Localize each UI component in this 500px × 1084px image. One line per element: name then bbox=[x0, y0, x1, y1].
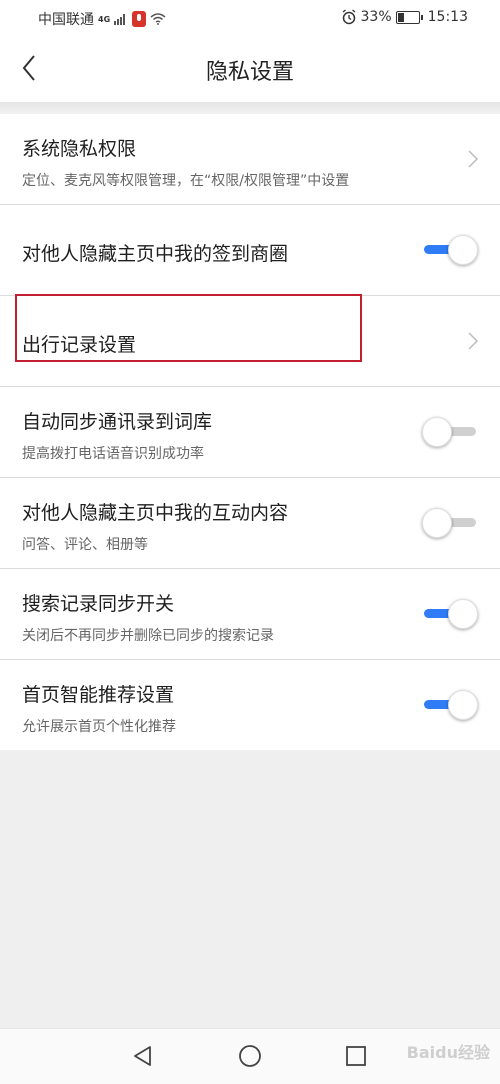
setting-subtitle: 关闭后不再同步并删除已同步的搜索记录 bbox=[22, 628, 274, 644]
chevron-right-icon bbox=[468, 332, 479, 350]
setting-title: 首页智能推荐设置 bbox=[22, 684, 175, 706]
signal-icon bbox=[114, 14, 126, 25]
status-bar: 中国联通 4G 33% 15:13 bbox=[0, 0, 500, 36]
system-nav-bar: Baidu经验 bbox=[0, 1028, 500, 1084]
alarm-icon bbox=[342, 9, 355, 25]
toggle-knob bbox=[422, 417, 452, 447]
setting-row-hide-interactions: 对他人隐藏主页中我的互动内容 问答、评论、相册等 bbox=[0, 478, 500, 569]
mic-icon bbox=[132, 11, 147, 27]
smart-recommend-toggle[interactable] bbox=[422, 690, 478, 720]
toggle-knob bbox=[448, 690, 478, 720]
setting-row-travel-records[interactable]: 出行记录设置 bbox=[0, 296, 500, 387]
setting-title: 搜索记录同步开关 bbox=[22, 593, 175, 615]
page-title: 隐私设置 bbox=[205, 60, 294, 85]
nav-bar: 隐私设置 bbox=[0, 36, 500, 102]
watermark: Baidu经验 bbox=[406, 1043, 490, 1062]
toggle-knob bbox=[448, 599, 478, 629]
wifi-icon bbox=[150, 13, 166, 25]
setting-subtitle: 允许展示首页个性化推荐 bbox=[22, 719, 176, 735]
battery-percent: 33% bbox=[360, 9, 392, 25]
setting-title: 对他人隐藏主页中我的互动内容 bbox=[22, 502, 289, 524]
setting-title: 自动同步通讯录到词库 bbox=[22, 411, 213, 433]
setting-row-sync-contacts: 自动同步通讯录到词库 提高拨打电话语音识别成功率 bbox=[0, 387, 500, 478]
clock: 15:13 bbox=[427, 9, 468, 25]
battery-icon bbox=[395, 10, 423, 24]
chevron-right-icon bbox=[468, 150, 479, 168]
setting-row-system-privacy[interactable]: 系统隐私权限 定位、麦克风等权限管理，在“权限/权限管理”中设置 bbox=[0, 114, 500, 205]
setting-title: 出行记录设置 bbox=[22, 334, 137, 356]
setting-subtitle: 提高拨打电话语音识别成功率 bbox=[22, 446, 204, 462]
setting-subtitle: 问答、评论、相册等 bbox=[22, 537, 148, 553]
recents-square-icon[interactable] bbox=[343, 1043, 369, 1069]
home-circle-icon[interactable] bbox=[237, 1043, 263, 1069]
hide-interactions-toggle[interactable] bbox=[422, 508, 478, 538]
setting-title: 对他人隐藏主页中我的签到商圈 bbox=[22, 243, 289, 265]
setting-row-smart-recommend: 首页智能推荐设置 允许展示首页个性化推荐 bbox=[0, 660, 500, 750]
nav-divider bbox=[0, 102, 500, 114]
toggle-knob bbox=[448, 235, 478, 265]
carrier-label: 中国联通 bbox=[38, 12, 94, 28]
setting-title: 系统隐私权限 bbox=[22, 138, 137, 160]
hide-checkin-toggle[interactable] bbox=[422, 235, 478, 265]
sync-contacts-toggle[interactable] bbox=[422, 417, 478, 447]
network-label: 4G bbox=[98, 14, 111, 24]
setting-row-hide-checkin: 对他人隐藏主页中我的签到商圈 bbox=[0, 205, 500, 296]
setting-row-search-sync: 搜索记录同步开关 关闭后不再同步并删除已同步的搜索记录 bbox=[0, 569, 500, 660]
search-sync-toggle[interactable] bbox=[422, 599, 478, 629]
back-triangle-icon[interactable] bbox=[130, 1043, 156, 1069]
setting-subtitle: 定位、麦克风等权限管理，在“权限/权限管理”中设置 bbox=[22, 173, 350, 189]
settings-list: 系统隐私权限 定位、麦克风等权限管理，在“权限/权限管理”中设置 对他人隐藏主页… bbox=[0, 114, 500, 750]
toggle-knob bbox=[422, 508, 452, 538]
